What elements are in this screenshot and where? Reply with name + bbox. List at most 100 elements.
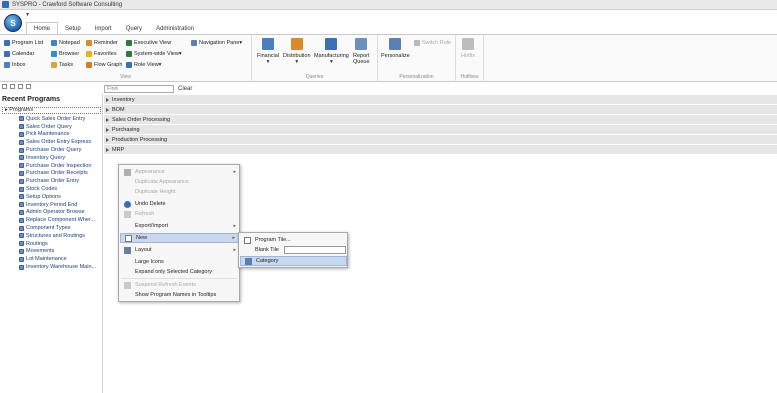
program-icon xyxy=(19,264,24,270)
window-title: SYSPRO - Crawford Software Consulting xyxy=(12,1,123,8)
list-item[interactable]: Purchase Order Entry xyxy=(19,177,96,185)
menu-item-layout[interactable]: Layout ▸ xyxy=(120,245,239,255)
inbox-button[interactable]: Inbox xyxy=(4,62,25,68)
program-list-label: Program List xyxy=(12,40,44,46)
calendar-button[interactable]: Calendar xyxy=(4,51,34,57)
list-item[interactable]: Sales Order Entry Express xyxy=(19,138,96,146)
menu-item-blank-tile[interactable]: Blank Tile xyxy=(240,245,347,255)
list-item[interactable]: Movements xyxy=(19,248,96,256)
menu-item-show-program-names-in-tooltips[interactable]: Show Program Names in Tooltips xyxy=(120,290,239,300)
browser-label: Browser xyxy=(59,51,80,57)
role-view-button[interactable]: Role View ▾ xyxy=(126,62,161,68)
context-menu: Appearance ▸ Duplicate Appearance Duplica… xyxy=(118,164,240,302)
menu-item-duplicate-appearance[interactable]: Duplicate Appearance xyxy=(120,177,239,187)
financial-button[interactable]: Financial ▾ xyxy=(257,38,279,65)
application-orb-button[interactable]: S xyxy=(4,14,22,32)
ribbon-group-label-queries: Queries xyxy=(305,74,324,80)
favorites-button[interactable]: Favorites xyxy=(86,51,117,57)
list-item[interactable]: Purchase Order Query xyxy=(19,146,96,154)
program-label: Purchase Order Query xyxy=(26,147,82,154)
list-item[interactable]: Inventory Query xyxy=(19,154,96,162)
menu-item-label: New xyxy=(136,235,148,241)
list-item[interactable]: Structures and Routings xyxy=(19,232,96,240)
manufacturing-button[interactable]: Manufacturing ▾ xyxy=(314,38,349,65)
menu-item-duplicate-height[interactable]: Duplicate Height xyxy=(120,187,239,197)
menu-item-export-import[interactable]: Export/Import ▸ xyxy=(120,221,239,231)
category-purchasing[interactable]: Purchasing xyxy=(104,125,777,135)
category-sales-order-processing[interactable]: Sales Order Processing xyxy=(104,115,777,125)
list-item[interactable]: Lot Maintenance xyxy=(19,255,96,263)
category-inventory[interactable]: Inventory xyxy=(104,95,777,105)
list-item[interactable]: Purchase Order Inspection xyxy=(19,162,96,170)
list-item[interactable]: Inventory Period End xyxy=(19,201,96,209)
tasks-icon xyxy=(51,62,57,68)
program-icon xyxy=(19,225,24,231)
switch-role-button[interactable]: Switch Role xyxy=(414,40,451,46)
reminder-button[interactable]: Reminder xyxy=(86,40,118,46)
menu-item-refresh[interactable]: Refresh xyxy=(120,209,239,219)
program-list-button[interactable]: Program List xyxy=(4,40,43,46)
list-item[interactable]: Quick Sales Order Entry xyxy=(19,115,96,123)
submenu-arrow-icon: ▸ xyxy=(233,169,236,175)
category-label: BOM xyxy=(112,106,125,113)
report-queue-button[interactable]: Report Queue xyxy=(353,38,370,65)
menu-item-large-icons[interactable]: Large Icons xyxy=(120,257,239,267)
programs-tree-root[interactable]: ▸ Programs xyxy=(2,107,101,114)
menu-item-program-tile[interactable]: Program Tile... xyxy=(240,235,347,245)
distribution-icon xyxy=(290,38,303,50)
program-label: Purchase Order Inspection xyxy=(26,162,92,169)
sidebar-view-icon[interactable] xyxy=(18,84,23,89)
find-input[interactable]: Find xyxy=(104,84,174,93)
sidebar-settings-icon[interactable] xyxy=(2,84,7,89)
browser-icon xyxy=(51,51,57,57)
system-wide-view-button[interactable]: System-wide View ▾ xyxy=(126,51,182,57)
list-item[interactable]: Stock Codes xyxy=(19,185,96,193)
list-item[interactable]: Setup Options xyxy=(19,193,96,201)
program-icon xyxy=(19,155,24,161)
quick-access-toolbar-dropdown[interactable]: ▾ xyxy=(26,11,29,18)
menu-item-new[interactable]: New ▸ xyxy=(120,233,239,243)
list-item[interactable]: Inventory Warehouse Main... xyxy=(19,263,96,271)
program-icon xyxy=(19,256,24,262)
list-item[interactable]: Component Types xyxy=(19,224,96,232)
blank-tile-input[interactable] xyxy=(283,246,346,254)
category-mrp[interactable]: MRP xyxy=(104,145,777,155)
program-icon xyxy=(19,147,24,153)
tasks-button[interactable]: Tasks xyxy=(51,62,73,68)
list-item[interactable]: Sales Order Query xyxy=(19,123,96,131)
list-item[interactable]: Purchase Order Receipts xyxy=(19,170,96,178)
browser-button[interactable]: Browser xyxy=(51,51,79,57)
program-icon xyxy=(19,139,24,145)
program-label: Setup Options xyxy=(26,193,61,200)
calendar-label: Calendar xyxy=(12,51,35,57)
menu-item-appearance[interactable]: Appearance ▸ xyxy=(120,167,239,177)
sidebar-back-icon[interactable] xyxy=(10,84,15,89)
system-wide-view-label: System-wide View xyxy=(134,51,179,57)
menu-item-category[interactable]: Category xyxy=(240,256,347,266)
menu-item-suspend-refresh-events[interactable]: Suspend Refresh Events xyxy=(120,280,239,290)
personalize-button[interactable]: Personalize xyxy=(381,38,410,59)
notepad-label: Notepad xyxy=(59,40,80,46)
list-item[interactable]: Pick Maintenance xyxy=(19,131,96,139)
list-item[interactable]: Replace Component Wher... xyxy=(19,216,96,224)
list-item[interactable]: Admin Operator Browse xyxy=(19,209,96,217)
personalize-label: Personalize xyxy=(381,53,410,59)
sidebar: Recent Programs ▸ Programs Quick Sales O… xyxy=(0,94,103,393)
submenu-arrow-icon: ▸ xyxy=(232,235,235,241)
distribution-button[interactable]: Distribution ▾ xyxy=(283,38,311,65)
executive-view-button[interactable]: Executive View xyxy=(126,40,171,46)
notepad-button[interactable]: Notepad xyxy=(51,40,80,46)
find-bar: Find Clear xyxy=(104,84,192,93)
clear-button[interactable]: Clear xyxy=(178,86,192,92)
hotfix-button[interactable]: Hotfix xyxy=(461,38,475,59)
navigation-pane-button[interactable]: Navigation Pane ▾ xyxy=(191,40,242,46)
program-label: Inventory Query xyxy=(26,154,66,161)
sidebar-list-icon[interactable] xyxy=(26,84,31,89)
menu-item-undo-delete[interactable]: Undo Delete xyxy=(120,199,239,209)
flow-graph-button[interactable]: Flow Graph xyxy=(86,62,122,68)
list-item[interactable]: Routings xyxy=(19,240,96,248)
category-production-processing[interactable]: Production Processing xyxy=(104,135,777,145)
expand-arrow-icon xyxy=(106,117,109,122)
category-bom[interactable]: BOM xyxy=(104,105,777,115)
menu-item-expand-only-selected-category[interactable]: Expand only Selected Category xyxy=(120,267,239,277)
